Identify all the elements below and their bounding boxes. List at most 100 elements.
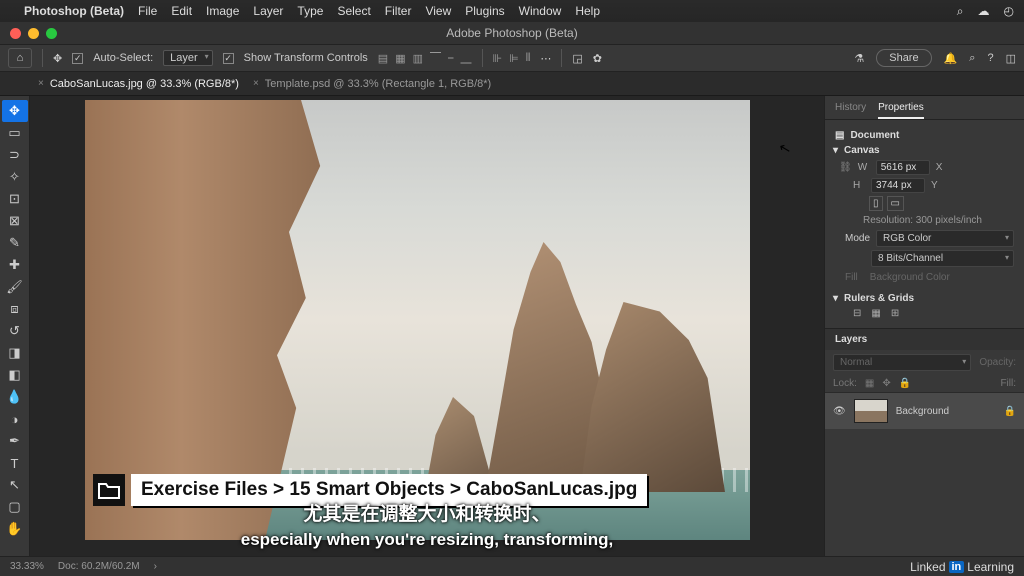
close-tab-icon[interactable]: × — [38, 78, 44, 89]
align-left-icon[interactable]: ▤ — [378, 52, 388, 65]
gear-icon[interactable]: ✿ — [593, 52, 602, 65]
lock-position-icon[interactable]: ✥ — [882, 378, 890, 389]
auto-select-target[interactable]: Layer — [163, 50, 213, 66]
search-ps-icon[interactable]: ⌕ — [969, 52, 975, 65]
zoom-window-button[interactable] — [46, 28, 57, 39]
search-icon[interactable]: ⌕ — [957, 4, 964, 19]
share-button[interactable]: Share — [876, 49, 931, 67]
subtitle-en: especially when you're resizing, transfo… — [241, 530, 613, 550]
bits-select[interactable]: 8 Bits/Channel — [871, 250, 1014, 267]
close-window-button[interactable] — [10, 28, 21, 39]
eraser-tool[interactable]: ◨ — [2, 342, 28, 364]
align-bottom-icon[interactable]: ⎽ — [461, 52, 472, 65]
more-options-icon[interactable]: ⋯ — [540, 52, 551, 65]
guides-icon[interactable]: ⊞ — [891, 308, 899, 319]
history-brush-tool[interactable]: ↺ — [2, 320, 28, 342]
menu-view[interactable]: View — [425, 4, 451, 18]
align-top-icon[interactable]: ⎺ — [430, 52, 441, 65]
layer-background[interactable]: 👁 Background 🔒 — [825, 393, 1024, 429]
menu-image[interactable]: Image — [206, 4, 239, 18]
menu-type[interactable]: Type — [297, 4, 323, 18]
visibility-icon[interactable]: 👁 — [833, 406, 846, 417]
subtitle-cn: 尤其是在调整大小和转换时、 — [303, 499, 550, 526]
minimize-window-button[interactable] — [28, 28, 39, 39]
shape-tool[interactable]: ▢ — [2, 496, 28, 518]
bell-icon[interactable]: 🔔 — [944, 52, 958, 65]
zoom-level[interactable]: 33.33% — [10, 561, 44, 572]
tab-template[interactable]: × Template.psd @ 33.3% (Rectangle 1, RGB… — [253, 78, 491, 90]
blur-tool[interactable]: 💧 — [2, 386, 28, 408]
menu-filter[interactable]: Filter — [385, 4, 412, 18]
menu-plugins[interactable]: Plugins — [465, 4, 504, 18]
right-panels: History Properties ▤Document ▾Canvas ⛓ W… — [824, 96, 1024, 556]
path-tool[interactable]: ↖ — [2, 474, 28, 496]
frame-tool[interactable]: ⊠ — [2, 210, 28, 232]
layers-panel-title[interactable]: Layers — [825, 328, 1024, 350]
home-button[interactable]: ⌂ — [8, 48, 32, 68]
app-name[interactable]: Photoshop (Beta) — [24, 4, 124, 18]
layer-thumbnail[interactable] — [854, 399, 888, 423]
hand-tool[interactable]: ✋ — [2, 518, 28, 540]
eyedropper-tool[interactable]: ✎ — [2, 232, 28, 254]
workspace-icon[interactable]: ◫ — [1006, 52, 1016, 65]
doc-info[interactable]: Doc: 60.2M/60.2M — [58, 561, 140, 572]
menu-select[interactable]: Select — [337, 4, 370, 18]
clock-icon[interactable]: ◴ — [1004, 4, 1014, 18]
healing-tool[interactable]: ✚ — [2, 254, 28, 276]
distribute-icon[interactable]: ⫴ — [526, 52, 531, 65]
menu-help[interactable]: Help — [575, 4, 600, 18]
chevron-down-icon[interactable]: ▾ — [833, 293, 838, 304]
menu-window[interactable]: Window — [519, 4, 562, 18]
menu-file[interactable]: File — [138, 4, 157, 18]
beaker-icon[interactable]: ⚗ — [854, 52, 864, 65]
distribute-v-icon[interactable]: ⊫ — [509, 52, 519, 65]
orient-landscape-icon[interactable]: ▭ — [887, 196, 904, 211]
height-label: H — [853, 180, 865, 191]
link-wh-icon[interactable]: ⛓ — [839, 162, 852, 173]
lasso-tool[interactable]: ⊃ — [2, 144, 28, 166]
distribute-h-icon[interactable]: ⊪ — [493, 52, 503, 65]
cloud-icon[interactable]: ☁ — [978, 4, 990, 18]
lock-pixels-icon[interactable]: ▦ — [865, 378, 874, 389]
marquee-tool[interactable]: ▭ — [2, 122, 28, 144]
show-transform-checkbox[interactable]: ✓ — [223, 53, 234, 64]
align-center-icon[interactable]: ▦ — [395, 52, 405, 65]
brush-tool[interactable]: 🖌 — [2, 276, 28, 298]
align-middle-icon[interactable]: ⎯ — [448, 52, 454, 65]
grid-icon[interactable]: ▦ — [871, 308, 880, 319]
align-right-icon[interactable]: ▥ — [413, 52, 423, 65]
tab-properties[interactable]: Properties — [878, 102, 924, 119]
dodge-tool[interactable]: ◑ — [2, 408, 28, 430]
chevron-down-icon[interactable]: ▾ — [833, 145, 838, 156]
gradient-tool[interactable]: ◧ — [2, 364, 28, 386]
help-icon[interactable]: ? — [987, 52, 993, 64]
menu-edit[interactable]: Edit — [171, 4, 192, 18]
pen-tool[interactable]: ✒ — [2, 430, 28, 452]
height-value[interactable]: 3744 px — [871, 178, 925, 193]
stamp-tool[interactable]: ⧈ — [2, 298, 28, 320]
blend-mode-select[interactable]: Normal — [833, 354, 971, 371]
ruler-icon[interactable]: ⊟ — [853, 308, 861, 319]
tab-history[interactable]: History — [835, 102, 866, 119]
tab-cabo[interactable]: × CaboSanLucas.jpg @ 33.3% (RGB/8*) — [38, 78, 239, 90]
canvas-area[interactable]: ↖ Exercise Files > 15 Smart Objects > Ca… — [30, 96, 824, 556]
mac-menu-bar: Photoshop (Beta) File Edit Image Layer T… — [0, 0, 1024, 22]
width-value[interactable]: 5616 px — [876, 160, 930, 175]
move-tool[interactable]: ✥ — [2, 100, 28, 122]
opacity-label: Opacity: — [979, 357, 1016, 368]
mode-select[interactable]: RGB Color — [876, 230, 1014, 247]
menu-layer[interactable]: Layer — [253, 4, 283, 18]
lock-icon[interactable]: 🔒 — [1004, 406, 1016, 417]
crop-tool[interactable]: ⊡ — [2, 188, 28, 210]
layers-panel: Normal Opacity: Lock: ▦ ✥ 🔒 Fill: 👁 Back… — [825, 350, 1024, 556]
type-tool[interactable]: T — [2, 452, 28, 474]
layer-name[interactable]: Background — [896, 406, 949, 417]
document-label: Document — [850, 130, 899, 141]
lock-all-icon[interactable]: 🔒 — [899, 378, 911, 389]
orient-portrait-icon[interactable]: ▯ — [869, 196, 883, 211]
3d-mode-icon[interactable]: ◲ — [572, 52, 582, 65]
close-tab-icon[interactable]: × — [253, 78, 259, 89]
auto-select-checkbox[interactable]: ✓ — [72, 53, 83, 64]
magic-wand-tool[interactable]: ✧ — [2, 166, 28, 188]
move-tool-icon: ✥ — [53, 52, 62, 65]
